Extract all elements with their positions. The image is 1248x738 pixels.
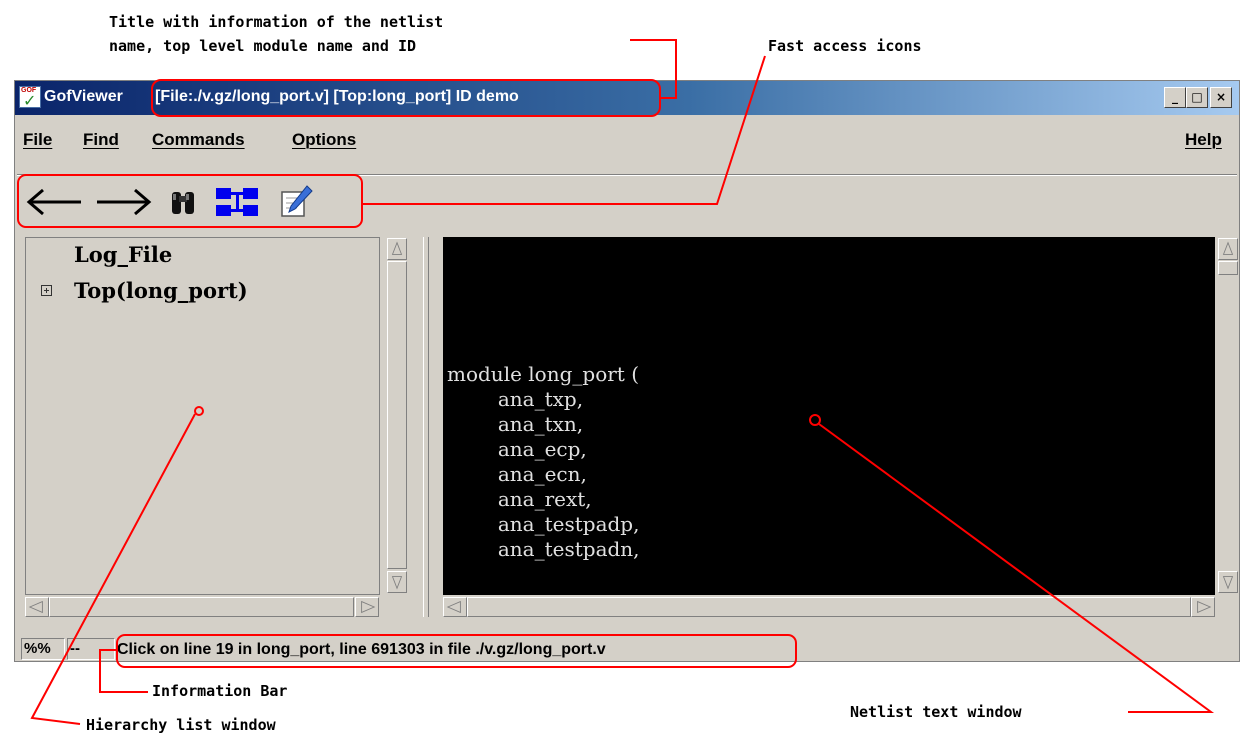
- netlist-vertical-scrollbar[interactable]: [1217, 237, 1239, 595]
- netlist-code[interactable]: module long_port ( ana_txp, ana_txn, ana…: [447, 337, 640, 562]
- tree-item-top[interactable]: Top(long_port): [74, 278, 248, 303]
- window-title-info: [File:./v.gz/long_port.v] [Top:long_port…: [155, 88, 519, 105]
- netlist-text-window[interactable]: module long_port ( ana_txp, ana_txn, ana…: [443, 237, 1215, 595]
- status-percent: %%: [21, 638, 65, 660]
- status-message: Click on line 19 in long_port, line 6913…: [117, 641, 606, 658]
- maximize-button[interactable]: □: [1186, 87, 1208, 108]
- scroll-left-icon[interactable]: [25, 597, 49, 617]
- window-title-app: GofViewer: [44, 88, 123, 105]
- menu-file[interactable]: File: [23, 130, 52, 150]
- scroll-down-icon[interactable]: [387, 571, 407, 593]
- scroll-down-icon[interactable]: [1218, 571, 1238, 593]
- arrow-left-icon[interactable]: [25, 182, 83, 222]
- gofviewer-window: GOF ✓ GofViewer [File:./v.gz/long_port.v]…: [14, 80, 1240, 662]
- netlist-horizontal-scrollbar[interactable]: [443, 597, 1215, 617]
- annotation-hierarchy-list: Hierarchy list window: [86, 716, 276, 734]
- close-button[interactable]: ×: [1210, 87, 1232, 108]
- toolbar: [17, 175, 1237, 230]
- scroll-up-icon[interactable]: [387, 238, 407, 260]
- menu-commands[interactable]: Commands: [152, 130, 245, 150]
- binoculars-icon[interactable]: [167, 182, 201, 222]
- tree-expand-icon[interactable]: [41, 285, 52, 296]
- netlist-vertical-thumb[interactable]: [1218, 261, 1238, 275]
- edit-icon[interactable]: [277, 182, 317, 222]
- menu-help[interactable]: Help: [1185, 130, 1222, 150]
- hierarchy-horizontal-scrollbar[interactable]: [25, 597, 380, 617]
- title-bar[interactable]: GOF ✓ GofViewer [File:./v.gz/long_port.v]…: [15, 81, 1239, 115]
- annotation-title-note: Title with information of the netlist na…: [109, 13, 444, 55]
- status-dash: --: [67, 638, 115, 660]
- annotation-netlist-text: Netlist text window: [850, 703, 1022, 721]
- scroll-up-icon[interactable]: [1218, 238, 1238, 260]
- information-bar: %% -- Click on line 19 in long_port, lin…: [19, 636, 1235, 662]
- netlist-horizontal-thumb[interactable]: [467, 597, 1191, 617]
- hierarchy-vertical-thumb[interactable]: [387, 261, 407, 569]
- scroll-right-icon[interactable]: [1191, 597, 1215, 617]
- schematic-icon[interactable]: [213, 182, 263, 222]
- app-icon: GOF ✓: [19, 86, 41, 109]
- minimize-button[interactable]: _: [1164, 87, 1186, 108]
- scroll-right-icon[interactable]: [355, 597, 379, 617]
- hierarchy-list-window[interactable]: Log_File Top(long_port): [25, 237, 380, 595]
- scroll-left-icon[interactable]: [443, 597, 467, 617]
- hierarchy-vertical-scrollbar[interactable]: [386, 237, 408, 595]
- tree-item-log-file[interactable]: Log_File: [74, 242, 172, 267]
- menu-find[interactable]: Find: [83, 130, 119, 150]
- annotation-information-bar: Information Bar: [152, 682, 288, 700]
- hierarchy-horizontal-thumb[interactable]: [49, 597, 354, 617]
- arrow-right-icon[interactable]: [95, 182, 153, 222]
- pane-splitter[interactable]: [423, 237, 429, 617]
- menu-bar: File Find Commands Options Help: [15, 115, 1239, 163]
- menu-options[interactable]: Options: [292, 130, 356, 150]
- annotation-fast-access: Fast access icons: [768, 37, 922, 55]
